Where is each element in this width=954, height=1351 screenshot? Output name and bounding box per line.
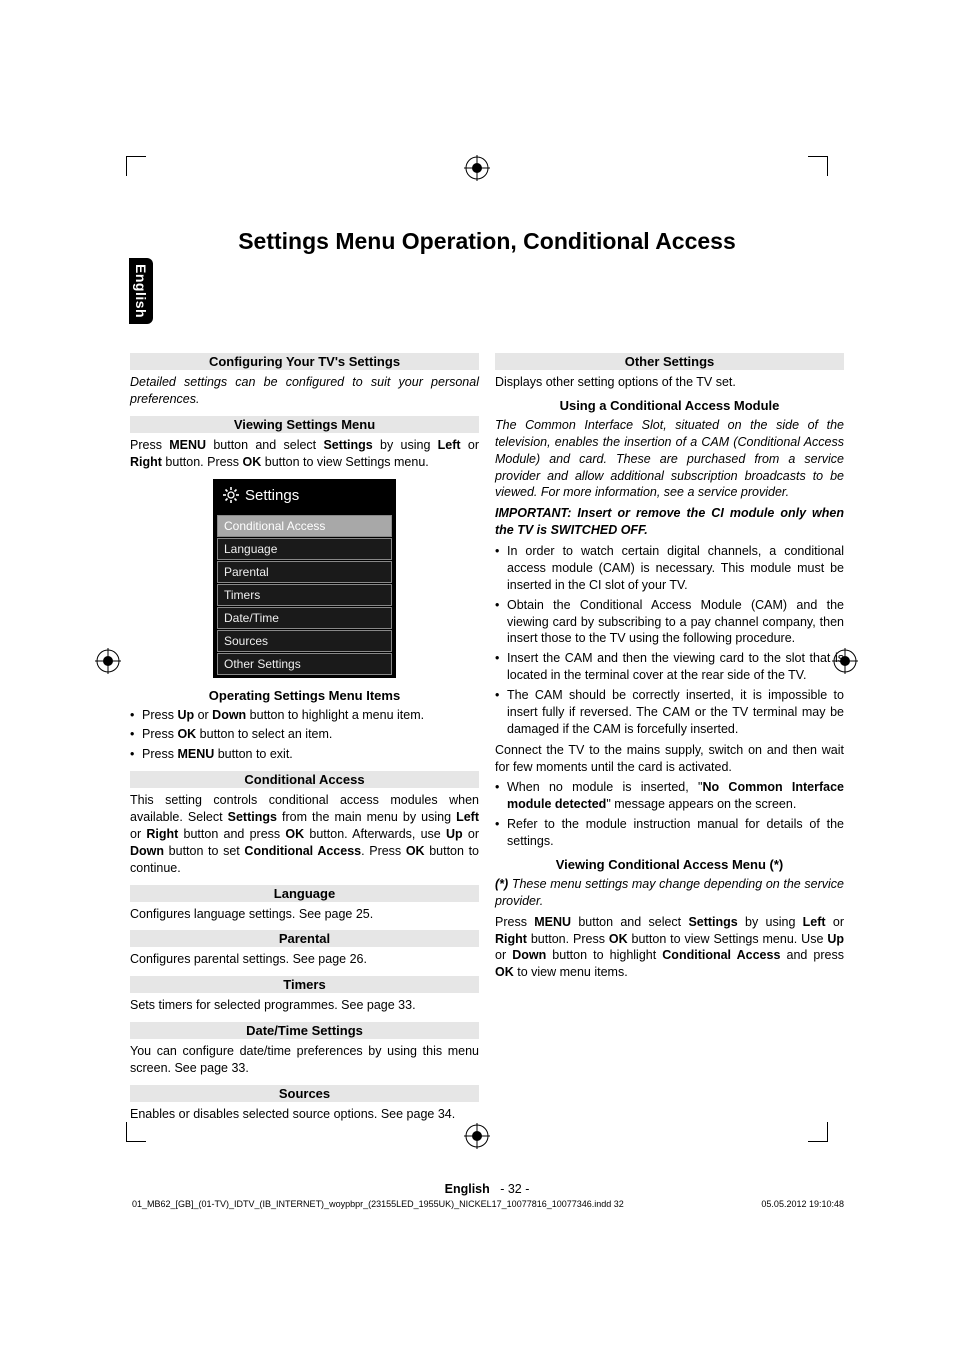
settings-menu-screenshot: Settings Conditional AccessLanguageParen… xyxy=(213,479,396,678)
operate-bullet-2: Press OK button to select an item. xyxy=(130,726,479,743)
settings-menu-title: Settings xyxy=(245,487,299,504)
print-mark-left xyxy=(95,648,121,674)
heading-timers: Timers xyxy=(130,976,479,993)
heading-cond-access: Conditional Access xyxy=(130,771,479,788)
cam-bullet-6: Refer to the module instruction manual f… xyxy=(495,816,844,850)
indesign-footer: 01_MB62_[GB]_(01-TV)_IDTV_(IB_INTERNET)_… xyxy=(132,1199,844,1209)
heading-viewing-settings: Viewing Settings Menu xyxy=(130,416,479,433)
crop-bl xyxy=(100,1142,126,1168)
para-cam-italic: The Common Interface Slot, situated on t… xyxy=(495,417,844,501)
para-config: Detailed settings can be configured to s… xyxy=(130,374,479,408)
para-note: (*) These menu settings may change depen… xyxy=(495,876,844,910)
para-parental: Configures parental settings. See page 2… xyxy=(130,951,479,968)
footer-pagenum: - 32 - xyxy=(500,1182,529,1196)
para-important: IMPORTANT: Insert or remove the CI modul… xyxy=(495,505,844,539)
crop-tl xyxy=(100,130,126,156)
para-sources: Enables or disables selected source opti… xyxy=(130,1106,479,1123)
settings-menu-item: Parental xyxy=(217,561,392,583)
page-footer: English - 32 - xyxy=(130,1182,844,1196)
heading-view-ca: Viewing Conditional Access Menu (*) xyxy=(495,857,844,872)
settings-menu-item: Date/Time xyxy=(217,607,392,629)
para-connect: Connect the TV to the mains supply, swit… xyxy=(495,742,844,776)
heading-sources: Sources xyxy=(130,1085,479,1102)
heading-parental: Parental xyxy=(130,930,479,947)
para-timers: Sets timers for selected programmes. See… xyxy=(130,997,479,1014)
cam-bullet-4: The CAM should be correctly inserted, it… xyxy=(495,687,844,738)
para-view-ca: Press MENU button and select Settings by… xyxy=(495,914,844,982)
cam-bullet-5: When no module is inserted, "No Common I… xyxy=(495,779,844,813)
settings-menu-item: Language xyxy=(217,538,392,560)
heading-operating: Operating Settings Menu Items xyxy=(130,688,479,703)
heading-language: Language xyxy=(130,885,479,902)
para-cond-access: This setting controls conditional access… xyxy=(130,792,479,876)
cam-bullet-1: In order to watch certain digital channe… xyxy=(495,543,844,594)
note-text: (*) These menu settings may change depen… xyxy=(495,877,844,908)
para-other: Displays other setting options of the TV… xyxy=(495,374,844,391)
settings-menu-item: Sources xyxy=(217,630,392,652)
para-language: Configures language settings. See page 2… xyxy=(130,906,479,923)
para-datetime: You can configure date/time preferences … xyxy=(130,1043,479,1077)
heading-configuring: Configuring Your TV's Settings xyxy=(130,353,479,370)
heading-datetime: Date/Time Settings xyxy=(130,1022,479,1039)
heading-cam: Using a Conditional Access Module xyxy=(495,398,844,413)
cam-bullet-2: Obtain the Conditional Access Module (CA… xyxy=(495,597,844,648)
crop-tr xyxy=(828,130,854,156)
left-column: Configuring Your TV's Settings Detailed … xyxy=(130,345,479,1127)
page-title: Settings Menu Operation, Conditional Acc… xyxy=(130,228,844,255)
cam-bullet-3: Insert the CAM and then the viewing card… xyxy=(495,650,844,684)
indd-file: 01_MB62_[GB]_(01-TV)_IDTV_(IB_INTERNET)_… xyxy=(132,1199,624,1209)
settings-menu-item: Other Settings xyxy=(217,653,392,675)
heading-other: Other Settings xyxy=(495,353,844,370)
footer-lang: English xyxy=(445,1182,490,1196)
page-content: Settings Menu Operation, Conditional Acc… xyxy=(130,190,844,1186)
operate-bullet-3: Press MENU button to exit. xyxy=(130,746,479,763)
gear-icon xyxy=(223,487,239,503)
settings-menu-header: Settings xyxy=(215,481,394,514)
operate-bullet-1: Press Up or Down button to highlight a m… xyxy=(130,707,479,724)
settings-menu-item: Conditional Access xyxy=(217,515,392,537)
para-view: Press MENU button and select Settings by… xyxy=(130,437,479,471)
settings-menu-item: Timers xyxy=(217,584,392,606)
indd-timestamp: 05.05.2012 19:10:48 xyxy=(761,1199,844,1209)
right-column: Other Settings Displays other setting op… xyxy=(495,345,844,1127)
print-mark-top xyxy=(464,155,490,181)
